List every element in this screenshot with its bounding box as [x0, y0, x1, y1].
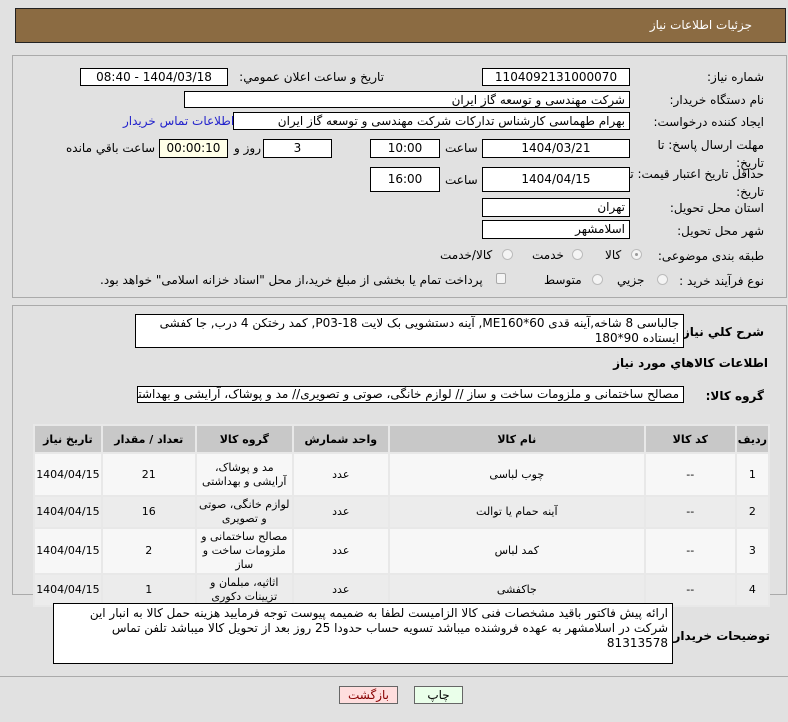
cell-row: 3 [734, 527, 771, 575]
creator-label: ایجاد کننده درخواست: [653, 115, 764, 129]
page-header: جزئیات اطلاعات نیاز [15, 8, 786, 43]
city-label: شهر محل تحویل: [677, 224, 764, 238]
category-option-service: خدمت [532, 248, 564, 262]
cell-row: 4 [734, 573, 771, 607]
print-button[interactable]: چاپ [414, 686, 463, 704]
cell-group: اثاثیه، مبلمان و تزیینات دکوری [194, 573, 294, 607]
description-field[interactable]: جالباسی 8 شاخه,آینه قدی ME160*60, آینه د… [135, 314, 684, 348]
cell-group: لوازم خانگی، صوتی و تصویری [194, 495, 294, 529]
cell-code: -- [643, 495, 737, 529]
province-label: استان محل تحویل: [669, 201, 764, 215]
notes-label: توضیحات خریدار: [668, 629, 770, 643]
cell-unit: عدد [291, 573, 390, 607]
deadline-time-field: 10:00 [370, 139, 440, 158]
description-label: شرح کلي نیاز: [678, 325, 764, 339]
announce-field: 1404/03/18 - 08:40 [80, 68, 228, 86]
table-row: 4 -- جاکفشی عدد اثاثیه، مبلمان و تزیینات دکو… [33, 573, 771, 607]
creator-field: بهرام طهماسی کارشناس تدارکات شرکت مهندسی… [233, 112, 630, 130]
divider [0, 676, 788, 677]
deadline-date-field: 1404/03/21 [482, 139, 630, 158]
announce-label: تاریخ و ساعت اعلان عمومي: [239, 70, 384, 84]
cell-name: کمد لباس [387, 527, 646, 575]
cell-qty: 21 [100, 452, 197, 497]
cell-row: 2 [734, 495, 771, 529]
cell-group: مد و پوشاک، آرایشی و بهداشتی [194, 452, 294, 497]
page-title: جزئیات اطلاعات نیاز [649, 18, 752, 32]
days-field: 3 [263, 139, 332, 158]
deadline-time-label: ساعت [445, 141, 478, 155]
days-label: روز و [234, 141, 261, 155]
cell-date: 1404/04/15 [33, 527, 103, 575]
col-group: گروه کالا [194, 424, 294, 454]
cell-date: 1404/04/15 [33, 495, 103, 529]
category-radio-both[interactable] [502, 249, 513, 260]
col-code: کد کالا [643, 424, 737, 454]
cell-name: جاکفشی [387, 573, 646, 607]
goods-heading: اطلاعات کالاهاي مورد نیاز [613, 356, 768, 370]
cell-unit: عدد [291, 527, 390, 575]
cell-date: 1404/04/15 [33, 452, 103, 497]
validity-label: حداقل تاریخ اعتبار قیمت: تا تاریخ: [626, 167, 764, 199]
process-option-medium: متوسط [544, 273, 582, 287]
need-number-label: شماره نیاز: [707, 70, 764, 84]
payment-note: پرداخت تمام یا بخشی از مبلغ خرید،از محل … [100, 273, 483, 287]
cell-unit: عدد [291, 495, 390, 529]
validity-date-field: 1404/04/15 [482, 167, 630, 192]
process-option-minor: جزیي [617, 273, 645, 287]
cell-date: 1404/04/15 [33, 573, 103, 607]
treasury-checkbox[interactable] [496, 273, 506, 284]
cell-name: آینه حمام یا توالت [387, 495, 646, 529]
notes-field[interactable]: ارائه پیش فاکتور باقید مشخصات فنی کالا ا… [53, 603, 673, 664]
cell-qty: 2 [100, 527, 197, 575]
remaining-label: ساعت باقي مانده [66, 141, 156, 155]
cell-code: -- [643, 452, 737, 497]
process-radio-minor[interactable] [657, 274, 668, 285]
col-date: تاریخ نیاز [33, 424, 103, 454]
cell-code: -- [643, 527, 737, 575]
cell-name: چوب لباسی [387, 452, 646, 497]
validity-time-field: 16:00 [370, 167, 440, 192]
col-unit: واحد شمارش [291, 424, 390, 454]
back-button[interactable]: بازگشت [339, 686, 398, 704]
cell-group: مصالح ساختمانی و ملزومات ساخت و ساز [194, 527, 294, 575]
table-row: 1 -- چوب لباسی عدد مد و پوشاک، آرایشی و بهدا… [33, 452, 771, 497]
category-radio-service[interactable] [572, 249, 583, 260]
table-header-row: ردیف کد کالا نام کالا واحد شمارش گروه کا… [33, 424, 771, 454]
goods-group-field: مصالح ساختمانی و ملزومات ساخت و ساز // ل… [137, 386, 684, 403]
validity-time-label: ساعت [445, 173, 478, 187]
cell-qty: 1 [100, 573, 197, 607]
category-label: طبقه بندی موضوعی: [657, 249, 764, 263]
cell-unit: عدد [291, 452, 390, 497]
goods-group-label: گروه کالا: [705, 389, 764, 403]
process-label: نوع فرآیند خرید : [679, 274, 764, 288]
cell-row: 1 [734, 452, 771, 497]
category-option-both: کالا/خدمت [440, 248, 493, 262]
province-field: تهران [482, 198, 630, 217]
goods-table: ردیف کد کالا نام کالا واحد شمارش گروه کا… [33, 424, 771, 607]
buyer-org-label: نام دستگاه خریدار: [669, 93, 765, 107]
buyer-contact-link[interactable]: اطلاعات تماس خریدار [123, 114, 234, 128]
need-number-field: 1104092131000070 [482, 68, 630, 86]
table-row: 2 -- آینه حمام یا توالت عدد لوازم خانگی، صوت… [33, 495, 771, 529]
process-radio-medium[interactable] [592, 274, 603, 285]
col-row: ردیف [734, 424, 771, 454]
buyer-org-field: شرکت مهندسی و توسعه گاز ایران [184, 91, 630, 108]
category-option-goods: کالا [605, 248, 622, 262]
remaining-time-field: 00:00:10 [159, 139, 228, 158]
col-name: نام کالا [387, 424, 646, 454]
category-radio-goods[interactable] [631, 249, 642, 260]
col-qty: تعداد / مقدار [100, 424, 197, 454]
cell-code: -- [643, 573, 737, 607]
city-field: اسلامشهر [482, 220, 630, 239]
cell-qty: 16 [100, 495, 197, 529]
table-row: 3 -- کمد لباس عدد مصالح ساختمانی و ملزومات س… [33, 527, 771, 575]
